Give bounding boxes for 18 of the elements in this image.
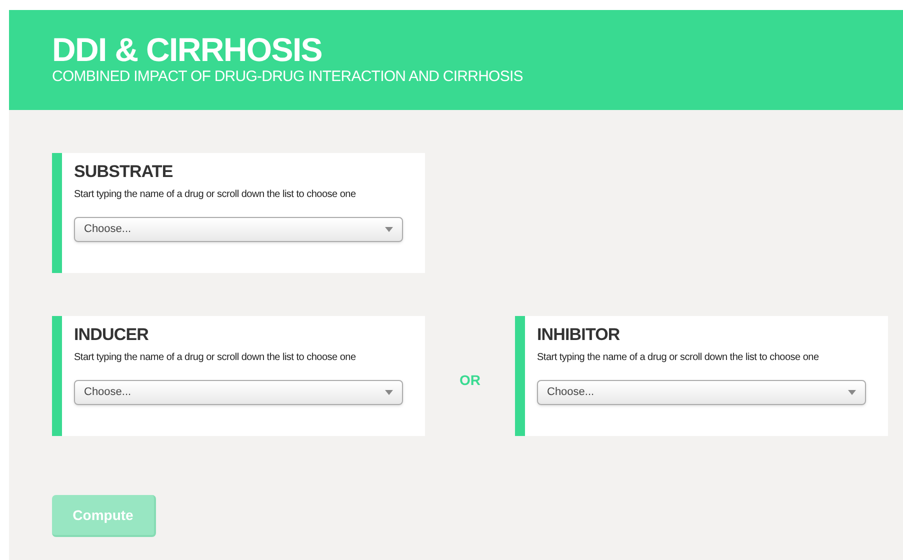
drug-select[interactable]: Choose... [537, 380, 866, 405]
card-title: INDUCER [74, 325, 150, 345]
drug-select[interactable]: Choose... [74, 217, 403, 242]
or-label: OR [458, 370, 482, 390]
card-description: Start typing the name of a drug or scroll down the list to choose one [74, 188, 357, 202]
app-title: DDI & CIRRHOSIS [52, 32, 323, 68]
select-value: Choose... [84, 222, 132, 238]
drug-select[interactable]: Choose... [74, 380, 403, 405]
dropdown-arrow-icon [385, 227, 393, 232]
dropdown-arrow-icon [385, 390, 393, 395]
card-title: SUBSTRATE [74, 162, 174, 182]
dropdown-arrow-icon [848, 390, 856, 395]
select-value: Choose... [84, 385, 132, 400]
app-subtitle: COMBINED IMPACT OF DRUG-DRUG INTERACTION AND CIRRHOSIS [52, 68, 524, 86]
select-value: Choose... [547, 385, 594, 400]
card-title: INHIBITOR [537, 325, 621, 345]
card-description: Start typing the name of a drug or scroll down the list to choose one [74, 351, 357, 365]
card-description: Start typing the name of a drug or scroll down the list to choose one [537, 351, 820, 365]
